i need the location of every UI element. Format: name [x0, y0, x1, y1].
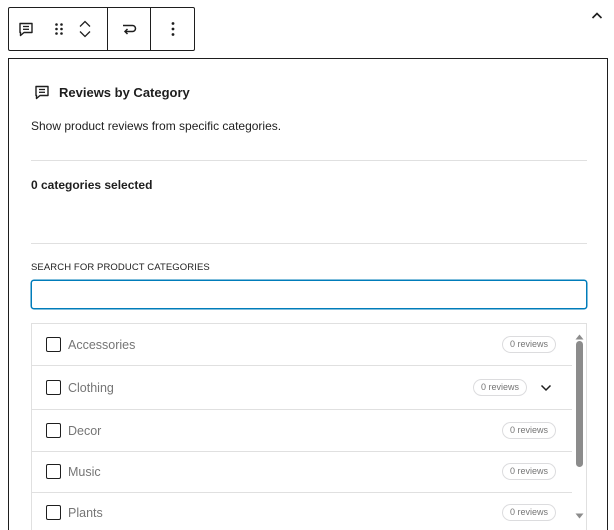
block-title: Reviews by Category: [59, 84, 190, 100]
review-count-badge: 0 reviews: [502, 463, 557, 480]
category-label: Music: [68, 465, 101, 479]
triangle-up-icon: [575, 334, 584, 340]
category-checkbox[interactable]: [46, 337, 61, 352]
block-toolbar: [8, 7, 195, 51]
comment-icon: [19, 22, 33, 37]
block-description: Show product reviews from specific categ…: [31, 119, 282, 133]
transform-button[interactable]: [111, 9, 147, 49]
category-label: Decor: [68, 424, 102, 438]
category-checkbox[interactable]: [46, 505, 61, 520]
block-type-button[interactable]: [17, 9, 45, 49]
divider: [31, 243, 587, 244]
drag-handle-icon: [55, 23, 63, 35]
category-label: Plants: [68, 506, 103, 520]
scroll-down-button[interactable]: [575, 506, 584, 524]
chevron-down-icon: [540, 384, 552, 392]
divider: [31, 160, 587, 161]
block-mover: [73, 9, 97, 49]
category-label: Accessories: [68, 338, 136, 352]
selected-count: 0 categories selected: [31, 178, 153, 192]
move-down-button[interactable]: [78, 30, 92, 39]
list-scrollbar[interactable]: [572, 323, 587, 519]
placeholder-header: Reviews by Category: [33, 83, 190, 101]
transform-icon: [123, 24, 137, 35]
review-count-badge: 0 reviews: [502, 422, 557, 439]
expand-button[interactable]: [538, 380, 554, 396]
category-search-input[interactable]: [31, 280, 587, 309]
move-up-button[interactable]: [78, 19, 92, 28]
block-toolbar-group-main: [9, 8, 107, 50]
drag-handle-button[interactable]: [45, 9, 73, 49]
triangle-down-icon: [575, 513, 584, 519]
chevron-up-icon: [591, 11, 603, 19]
list-item[interactable]: Accessories 0 reviews: [32, 324, 572, 366]
move-down-icon: [79, 31, 91, 38]
category-checkbox[interactable]: [46, 380, 61, 395]
scrollbar-thumb[interactable]: [576, 341, 583, 467]
review-count-badge: 0 reviews: [473, 379, 528, 396]
block-placeholder-panel: Reviews by Category Show product reviews…: [8, 58, 608, 530]
more-options-button[interactable]: [155, 9, 191, 49]
collapse-button[interactable]: [586, 4, 608, 26]
block-toolbar-group-transform: [107, 8, 150, 50]
category-checkbox[interactable]: [46, 464, 61, 479]
comment-icon: [35, 85, 49, 100]
category-checkbox[interactable]: [46, 423, 61, 438]
move-up-icon: [79, 20, 91, 27]
list-item[interactable]: Plants 0 reviews: [32, 493, 572, 530]
category-list: Accessories 0 reviews Clothing 0 reviews…: [31, 323, 587, 530]
more-options-icon: [171, 22, 174, 36]
list-item[interactable]: Music 0 reviews: [32, 452, 572, 493]
block-editor-view: Reviews by Category Show product reviews…: [0, 0, 614, 530]
list-item[interactable]: Decor 0 reviews: [32, 410, 572, 452]
review-count-badge: 0 reviews: [502, 336, 557, 353]
block-toolbar-group-options: [150, 8, 194, 50]
category-label: Clothing: [68, 381, 114, 395]
search-label: SEARCH FOR PRODUCT CATEGORIES: [31, 262, 210, 273]
list-item[interactable]: Clothing 0 reviews: [32, 366, 572, 410]
review-count-badge: 0 reviews: [502, 504, 557, 521]
